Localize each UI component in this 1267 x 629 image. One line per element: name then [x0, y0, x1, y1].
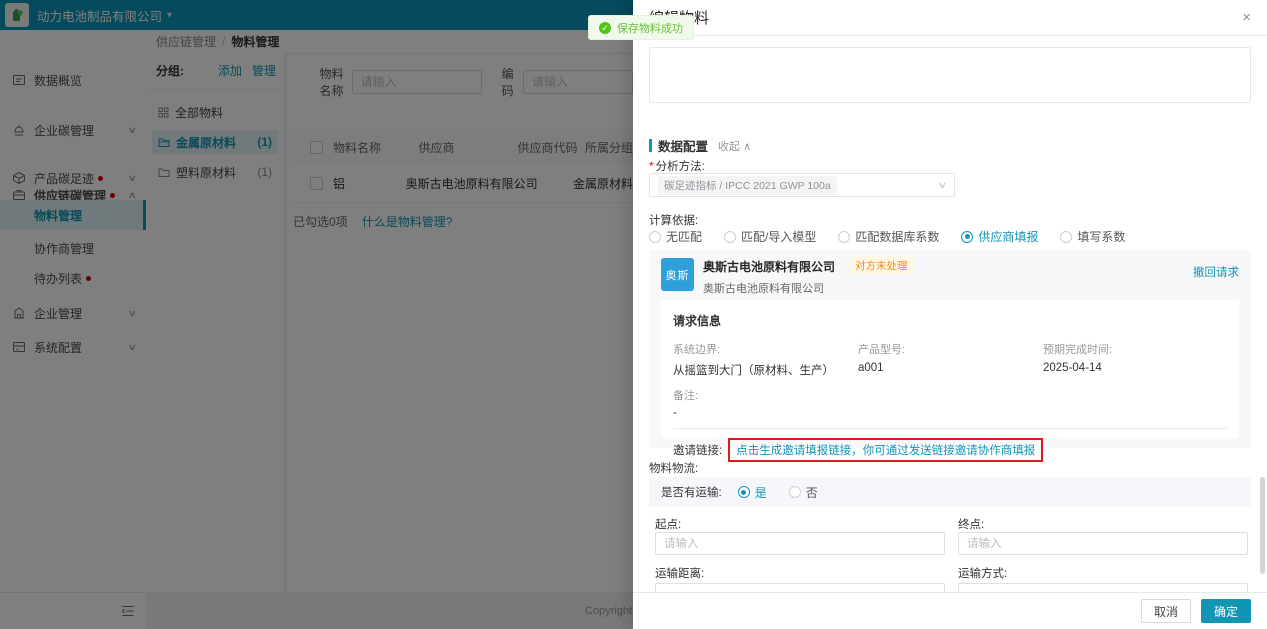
material-drawer: 编辑物料 × 数据配置 收起 ∧ *分析方法: 碳足迹指标 / IPCC 202… [633, 0, 1267, 629]
analysis-method-select[interactable]: 碳足迹指标 / IPCC 2021 GWP 100a ∨ [649, 173, 955, 197]
status-badge: 对方未处理 [849, 256, 914, 275]
app-root: 动力电池制品有限公司 ▾ 数据概览 企业碳管理 ∨ 产品碳足迹 ∨ 供应链碳管理… [0, 0, 1267, 629]
radio-no-match[interactable]: 无匹配 [649, 228, 702, 245]
close-icon[interactable]: × [1242, 10, 1251, 25]
calc-basis-label: 计算依据: [649, 212, 698, 228]
required-asterisk: * [649, 159, 654, 173]
invite-link-row: 邀请链接: 点击生成邀请填报链接，你可通过发送链接邀请协作商填报 [673, 438, 1227, 462]
radio-fill-factor[interactable]: 填写系数 [1060, 228, 1125, 245]
field-system-boundary: 系统边界: 从摇篮到大门（原材料、生产） [673, 341, 858, 378]
transport-mode-label: 运输方式: [958, 565, 1007, 581]
chevron-down-icon: ∨ [938, 180, 948, 191]
toast-message: 保存物料成功 [617, 20, 683, 36]
supplier-avatar: 奥斯 [661, 258, 694, 291]
origin-input[interactable] [655, 532, 945, 555]
success-check-icon: ✓ [599, 22, 611, 34]
remark-value: - [673, 407, 1227, 419]
calc-basis-radio-group: 无匹配 匹配/导入模型 匹配数据库系数 供应商填报 填写系数 [649, 228, 1125, 245]
destination-input[interactable] [958, 532, 1248, 555]
destination-label: 终点: [958, 516, 984, 532]
collapse-link[interactable]: 收起 ∧ [718, 138, 751, 154]
remark-label: 备注: [673, 387, 1227, 403]
analysis-method-label: *分析方法: [649, 158, 705, 174]
transport-radio-row: 是否有运输: 是 否 [649, 477, 1251, 507]
success-toast: ✓ 保存物料成功 [588, 15, 694, 40]
divider [673, 428, 1227, 429]
radio-match-import-model[interactable]: 匹配/导入模型 [724, 228, 816, 245]
drawer-header: 编辑物料 × [633, 0, 1267, 36]
cancel-button[interactable]: 取消 [1141, 599, 1191, 623]
section-accent-bar [649, 139, 652, 152]
tutorial-highlight-box: 点击生成邀请填报链接，你可通过发送链接邀请协作商填报 [728, 438, 1043, 462]
invite-label: 邀请链接: [673, 442, 722, 458]
analysis-method-value: 碳足迹指标 / IPCC 2021 GWP 100a [658, 176, 837, 195]
logistics-section-label: 物料物流: [649, 460, 698, 476]
distance-label: 运输距离: [655, 565, 704, 581]
radio-supplier-report[interactable]: 供应商填报 [961, 228, 1038, 245]
confirm-button[interactable]: 确定 [1201, 599, 1251, 623]
radio-transport-no[interactable]: 否 [789, 484, 818, 501]
drawer-top-panel [649, 47, 1251, 103]
field-product-model: 产品型号: a001 [858, 341, 1043, 378]
request-info-card: 请求信息 系统边界: 从摇篮到大门（原材料、生产） 产品型号: a001 预期完… [661, 300, 1239, 438]
radio-match-db-factor[interactable]: 匹配数据库系数 [838, 228, 939, 245]
supplier-subtitle: 奥斯古电池原料有限公司 [703, 280, 824, 296]
origin-label: 起点: [655, 516, 681, 532]
data-config-section-title: 数据配置 收起 ∧ [649, 136, 751, 155]
transport-label: 是否有运输: [661, 484, 722, 500]
field-expected-date: 预期完成时间: 2025-04-14 [1043, 341, 1223, 378]
request-info-title: 请求信息 [673, 312, 1227, 329]
withdraw-request-link[interactable]: 撤回请求 [1193, 264, 1239, 280]
radio-transport-yes[interactable]: 是 [738, 484, 767, 501]
generate-invite-link[interactable]: 点击生成邀请填报链接，你可通过发送链接邀请协作商填报 [736, 442, 1035, 458]
drawer-footer: 取消 确定 [633, 592, 1267, 629]
supplier-name: 奥斯古电池原料有限公司 [703, 258, 835, 275]
supplier-card: 奥斯 奥斯古电池原料有限公司 对方未处理 奥斯古电池原料有限公司 撤回请求 请求… [649, 250, 1251, 448]
drawer-scrollbar[interactable] [1260, 477, 1265, 574]
